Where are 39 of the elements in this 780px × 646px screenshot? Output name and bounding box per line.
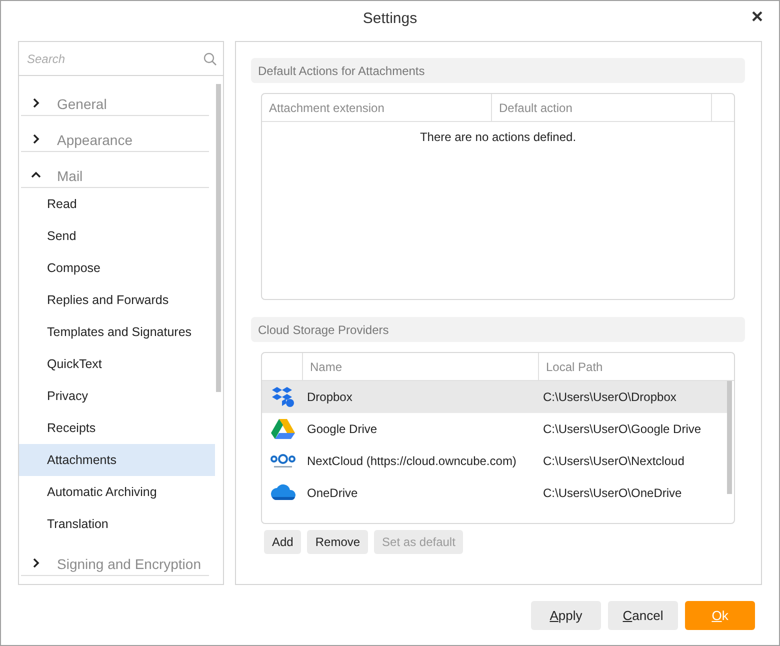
provider-row[interactable]: OneDrive C:\Users\UserO\OneDrive: [262, 477, 727, 509]
scrollbar-thumb[interactable]: [727, 381, 732, 494]
provider-name: NextCloud (https://cloud.owncube.com): [306, 454, 518, 468]
sidebar-item[interactable]: Attachments: [19, 444, 215, 476]
section-header: Cloud Storage Providers: [251, 317, 745, 342]
provider-name: Dropbox: [306, 390, 354, 404]
provider-name: Google Drive: [306, 422, 378, 436]
sidebar-item[interactable]: Compose: [19, 252, 215, 284]
sidebar-item[interactable]: Receipts: [19, 412, 215, 444]
sidebar-item[interactable]: Send: [19, 220, 215, 252]
provider-path: C:\Users\UserO\Google Drive: [542, 422, 702, 436]
box-cluster-icon: [270, 386, 294, 408]
section-header: Default Actions for Attachments: [251, 58, 745, 83]
dialog-button[interactable]: Cancel: [608, 601, 678, 630]
sidebar-item[interactable]: Templates and Signatures: [19, 316, 215, 348]
provider-row[interactable]: Google Drive C:\Users\UserO\Google Drive: [262, 413, 727, 445]
provider-row[interactable]: NextCloud (https://cloud.owncube.com) C:\Users\UserO\Nextcloud: [262, 445, 727, 477]
sidebar-item[interactable]: Replies and Forwards: [19, 284, 215, 316]
window-title: Settings: [362, 10, 418, 26]
sidebar-item[interactable]: Privacy: [19, 380, 215, 412]
three-rings-icon: [270, 453, 296, 469]
provider-path: C:\Users\UserO\OneDrive: [542, 486, 683, 500]
cloud-icon: [270, 484, 296, 502]
provider-name: OneDrive: [306, 486, 359, 500]
empty-message: There are no actions defined.: [418, 129, 578, 144]
sidebar-item[interactable]: Automatic Archiving: [19, 476, 215, 508]
provider-path: C:\Users\UserO\Nextcloud: [542, 454, 686, 468]
action-button[interactable]: Add: [264, 530, 302, 554]
dialog-button[interactable]: Apply: [531, 601, 601, 630]
sidebar-item[interactable]: Translation: [19, 508, 215, 540]
search-icon: [203, 52, 217, 66]
sidebar-item[interactable]: Read: [19, 188, 215, 220]
close-button[interactable]: ×: [747, 6, 767, 28]
provider-row[interactable]: Dropbox C:\Users\UserO\Dropbox: [262, 381, 727, 413]
action-button[interactable]: Remove: [307, 530, 368, 554]
provider-path: C:\Users\UserO\Dropbox: [542, 390, 678, 404]
sidebar-item[interactable]: QuickText: [19, 348, 215, 380]
triangle-drive-icon: [270, 418, 294, 440]
scrollbar-thumb[interactable]: [216, 84, 221, 392]
